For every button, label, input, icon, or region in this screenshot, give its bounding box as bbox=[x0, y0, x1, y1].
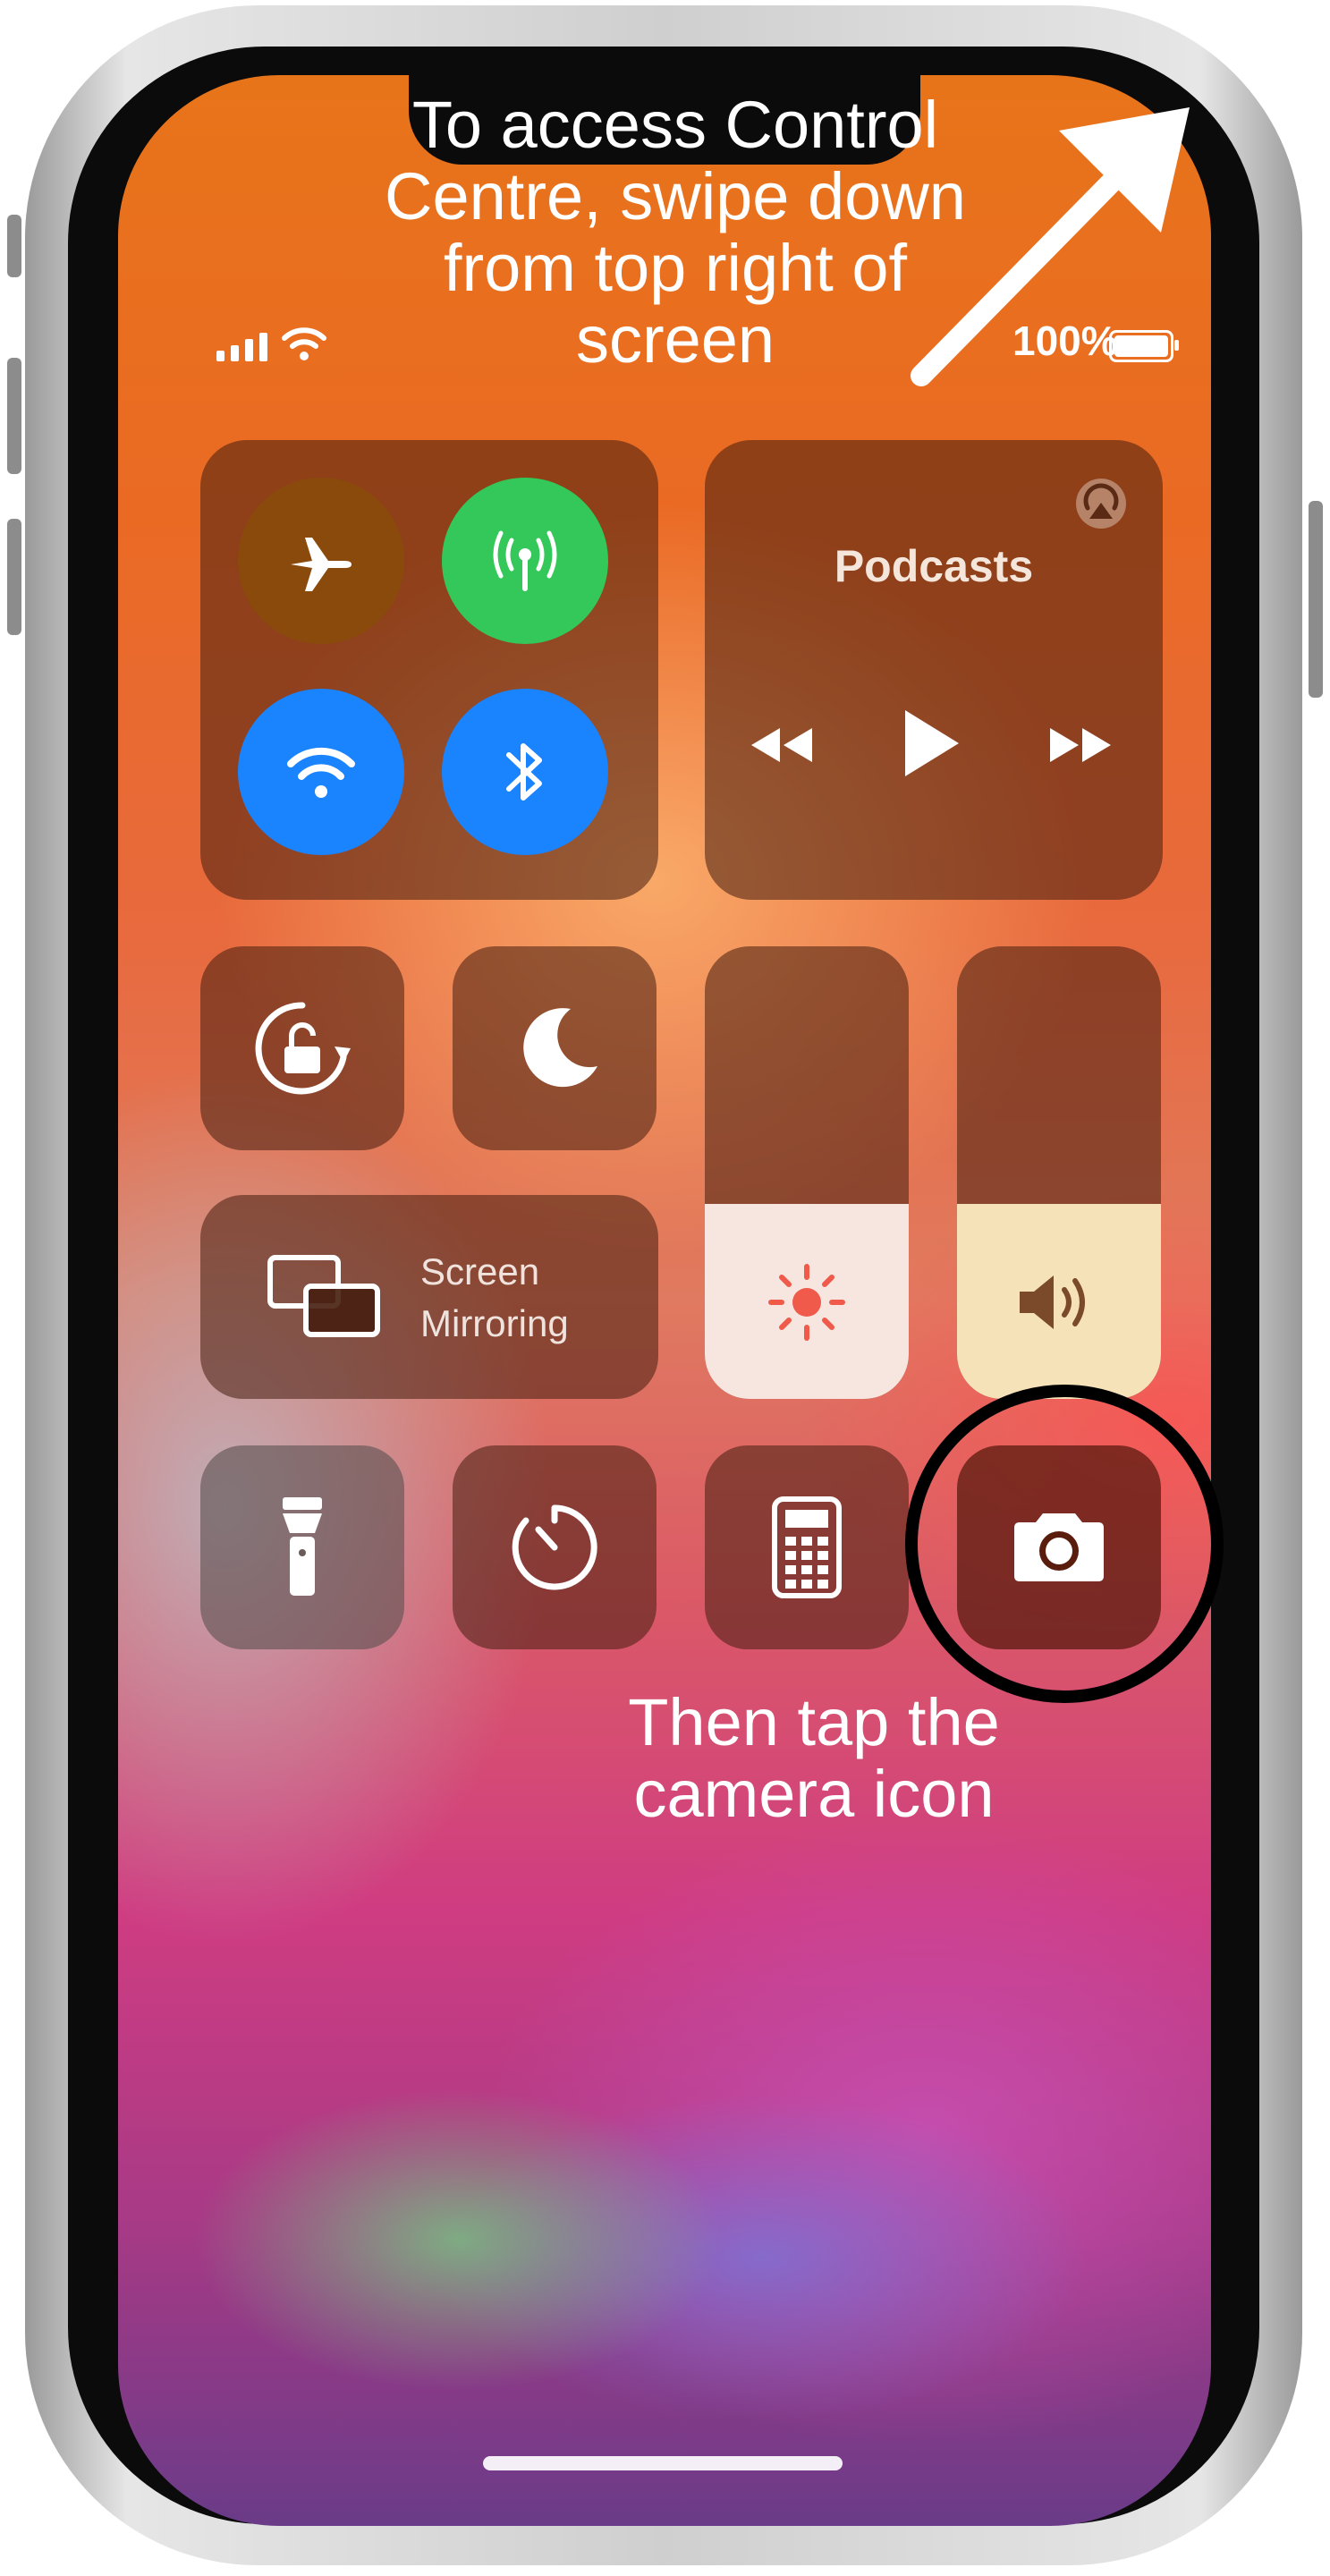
screen-mirroring-label-line1: Screen bbox=[420, 1250, 540, 1292]
wifi-icon bbox=[287, 747, 355, 798]
camera-highlight-ring bbox=[905, 1385, 1224, 1703]
calculator-icon bbox=[772, 1496, 842, 1598]
play-icon[interactable] bbox=[900, 707, 964, 780]
screen-mirroring-button[interactable]: Screen Mirroring bbox=[200, 1195, 658, 1399]
brightness-slider[interactable] bbox=[705, 946, 909, 1399]
bluetooth-icon bbox=[506, 743, 542, 801]
airplane-mode-button[interactable] bbox=[238, 478, 404, 644]
bluetooth-button[interactable] bbox=[442, 689, 608, 855]
side-button-right bbox=[1309, 501, 1323, 698]
volume-slider[interactable] bbox=[957, 946, 1161, 1399]
media-title: Podcasts bbox=[834, 541, 1034, 591]
airplay-icon[interactable] bbox=[1073, 476, 1129, 531]
rewind-icon[interactable] bbox=[746, 724, 816, 766]
screen-mirroring-label-line2: Mirroring bbox=[420, 1302, 569, 1344]
orientation-lock-button[interactable] bbox=[200, 946, 404, 1150]
screen-mirroring-icon bbox=[267, 1255, 380, 1337]
calculator-button[interactable] bbox=[705, 1445, 909, 1649]
flashlight-button[interactable] bbox=[200, 1445, 404, 1649]
phone-screen: 100% Podcasts Screen Mirroring bbox=[118, 75, 1211, 2526]
wifi-status-icon bbox=[282, 327, 326, 360]
timer-button[interactable] bbox=[453, 1445, 657, 1649]
cellular-signal-icon bbox=[216, 333, 267, 361]
side-button-left-3 bbox=[7, 519, 21, 635]
annotation-top: To access Control Centre, swipe down fro… bbox=[385, 88, 966, 377]
cellular-data-button[interactable] bbox=[442, 478, 608, 644]
flashlight-icon bbox=[283, 1497, 322, 1596]
moon-icon bbox=[523, 1008, 597, 1088]
connectivity-tile bbox=[200, 440, 658, 900]
cellular-antenna-icon bbox=[493, 530, 557, 591]
wifi-button[interactable] bbox=[238, 689, 404, 855]
brightness-icon bbox=[768, 1264, 845, 1341]
side-button-left-1 bbox=[7, 215, 21, 277]
do-not-disturb-button[interactable] bbox=[453, 946, 657, 1150]
timer-icon bbox=[512, 1504, 597, 1590]
home-indicator[interactable] bbox=[483, 2456, 843, 2470]
speaker-icon bbox=[1020, 1275, 1085, 1329]
airplane-icon bbox=[291, 538, 352, 591]
annotation-bottom: Then tap the camera icon bbox=[628, 1685, 1000, 1831]
fast-forward-icon[interactable] bbox=[1046, 724, 1116, 766]
orientation-lock-icon bbox=[255, 1002, 351, 1095]
side-button-left-2 bbox=[7, 358, 21, 474]
media-tile: Podcasts bbox=[705, 440, 1163, 900]
